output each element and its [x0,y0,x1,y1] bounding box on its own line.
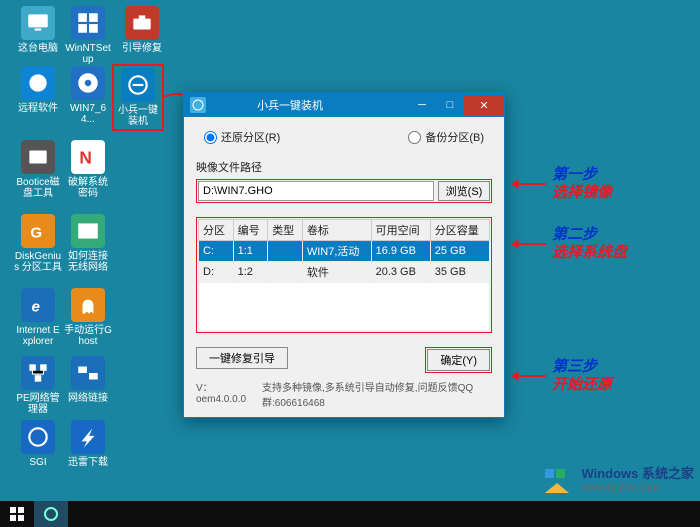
desktop-icon-this-pc[interactable]: 这台电脑 [14,6,62,54]
desktop-icon-ie[interactable]: e Internet Explorer [14,288,62,347]
watermark-title: Windows 系统之家 [581,467,694,481]
desktop-icon-win7[interactable]: WIN7_64... [64,66,112,125]
desktop-icon-sgi[interactable]: SGI [14,420,62,468]
window-title: 小兵一键装机 [172,97,408,113]
svg-text:e: e [32,299,40,316]
desktop-icon-winntsetup[interactable]: WinNTSetup [64,6,112,65]
desktop-label: 网络链接 [64,393,112,404]
installer-taskbar-icon [43,506,59,522]
col-cap[interactable]: 分区容量 [430,220,489,241]
col-no[interactable]: 编号 [233,220,268,241]
desktop-label: 小兵一键装机 [114,105,162,127]
disk-icon [21,140,55,174]
desktop-label: PE网络管理器 [14,393,62,415]
svg-text:G: G [30,225,42,242]
desktop-icon-xiaobing[interactable]: 小兵一键装机 [112,64,164,131]
table-empty-area [199,283,490,331]
network-icon [21,356,55,390]
close-button[interactable]: ✕ [464,95,504,115]
remote-icon [21,66,55,100]
desktop-icon-bootice[interactable]: Bootice磁盘工具 [14,140,62,199]
step3-callout: 第三步 开始还原 [552,358,612,394]
boot-repair-button[interactable]: 一键修复引导 [196,347,288,369]
maximize-button[interactable]: □ [436,95,464,115]
svg-text:N: N [79,148,92,168]
radio-backup[interactable]: 备份分区(B) [408,129,484,145]
disc-icon [71,66,105,100]
desktop-label: 这台电脑 [14,43,62,54]
radio-backup-input[interactable] [408,131,421,144]
taskbar-app-button[interactable] [34,501,68,527]
col-vol[interactable]: 卷标 [302,220,371,241]
diskgenius-icon: G [21,214,55,248]
desktop-icon-netconn[interactable]: 网络链接 [64,356,112,404]
thunder-icon [71,420,105,454]
radio-restore[interactable]: 还原分区(R) [204,129,280,145]
ghost-icon [71,288,105,322]
desktop-label: 手动运行Ghost [64,325,112,347]
desktop-label: Bootice磁盘工具 [14,177,62,199]
tip-label: 支持多种镜像,多系统引导自动修复,问题反馈QQ群:606616468 [262,379,492,409]
step1-callout: 第一步 选择镜像 [552,166,612,202]
windows-icon [71,6,105,40]
partition-table-wrap: 分区 编号 类型 卷标 可用空间 分区容量 C: 1:1 WIN7,活动 16.… [196,217,492,333]
confirm-button[interactable]: 确定(Y) [427,349,490,371]
partition-table: 分区 编号 类型 卷标 可用空间 分区容量 C: 1:1 WIN7,活动 16.… [198,219,490,331]
arrow-step3-icon [504,368,548,384]
col-free[interactable]: 可用空间 [371,220,430,241]
desktop-label: WinNTSetup [64,43,112,65]
radio-restore-input[interactable] [204,131,217,144]
desktop-icon-diskgenius[interactable]: G DiskGenius 分区工具 [14,214,62,273]
watermark: Windows 系统之家 www.bjjmlv.com [539,463,694,499]
minimize-button[interactable]: ─ [408,95,436,115]
table-row[interactable]: D: 1:2 软件 20.3 GB 35 GB [199,262,490,283]
desktop-icon-ghost[interactable]: 手动运行Ghost [64,288,112,347]
col-type[interactable]: 类型 [268,220,303,241]
desktop-icon-remote[interactable]: 远程软件 [14,66,62,114]
key-icon: N [71,140,105,174]
desktop-label: WIN7_64... [64,103,112,125]
taskbar[interactable] [0,501,700,527]
watermark-logo-icon [539,463,575,499]
desktop-label: 远程软件 [14,103,62,114]
image-path-input[interactable] [198,181,434,201]
picture-icon [71,214,105,248]
installer-window: 小兵一键装机 ─ □ ✕ 还原分区(R) 备份分区(B) 映像文件路径 浏览(S… [183,92,505,418]
computer-icon [21,6,55,40]
installer-icon [121,68,155,102]
desktop-label: SGI [14,457,62,468]
desktop-icon-crack[interactable]: N 破解系统密码 [64,140,112,199]
ie-icon: e [21,288,55,322]
titlebar[interactable]: 小兵一键装机 ─ □ ✕ [184,93,504,117]
version-label: V：oem4.0.0.0 [196,379,252,409]
watermark-url: www.bjjmlv.com [581,481,694,495]
desktop-label: Internet Explorer [14,325,62,347]
arrow-step1-icon [504,176,548,192]
toolbox-icon [125,6,159,40]
sgi-icon [21,420,55,454]
table-row[interactable]: C: 1:1 WIN7,活动 16.9 GB 25 GB [199,241,490,262]
col-part[interactable]: 分区 [199,220,234,241]
desktop-icon-boot-repair[interactable]: 引导修复 [118,6,166,54]
desktop-label: 迅雷下载 [64,457,112,468]
desktop-label: 如何连接无线网络 [64,251,112,273]
desktop-label: 破解系统密码 [64,177,112,199]
desktop-icon-penet[interactable]: PE网络管理器 [14,356,62,415]
arrow-step2-icon [504,236,548,252]
mode-radio-row: 还原分区(R) 备份分区(B) [196,127,492,153]
desktop-label: DiskGenius 分区工具 [14,251,62,273]
windows-logo-icon [9,506,25,522]
step2-callout: 第二步 选择系统盘 [552,226,627,262]
desktop-label: 引导修复 [118,43,166,54]
start-button[interactable] [0,501,34,527]
path-label: 映像文件路径 [196,159,492,175]
desktop-icon-thunder[interactable]: 迅雷下载 [64,420,112,468]
netconn-icon [71,356,105,390]
path-input-group: 浏览(S) [196,179,492,203]
desktop-icon-wifi[interactable]: 如何连接无线网络 [64,214,112,273]
browse-button[interactable]: 浏览(S) [438,181,490,201]
